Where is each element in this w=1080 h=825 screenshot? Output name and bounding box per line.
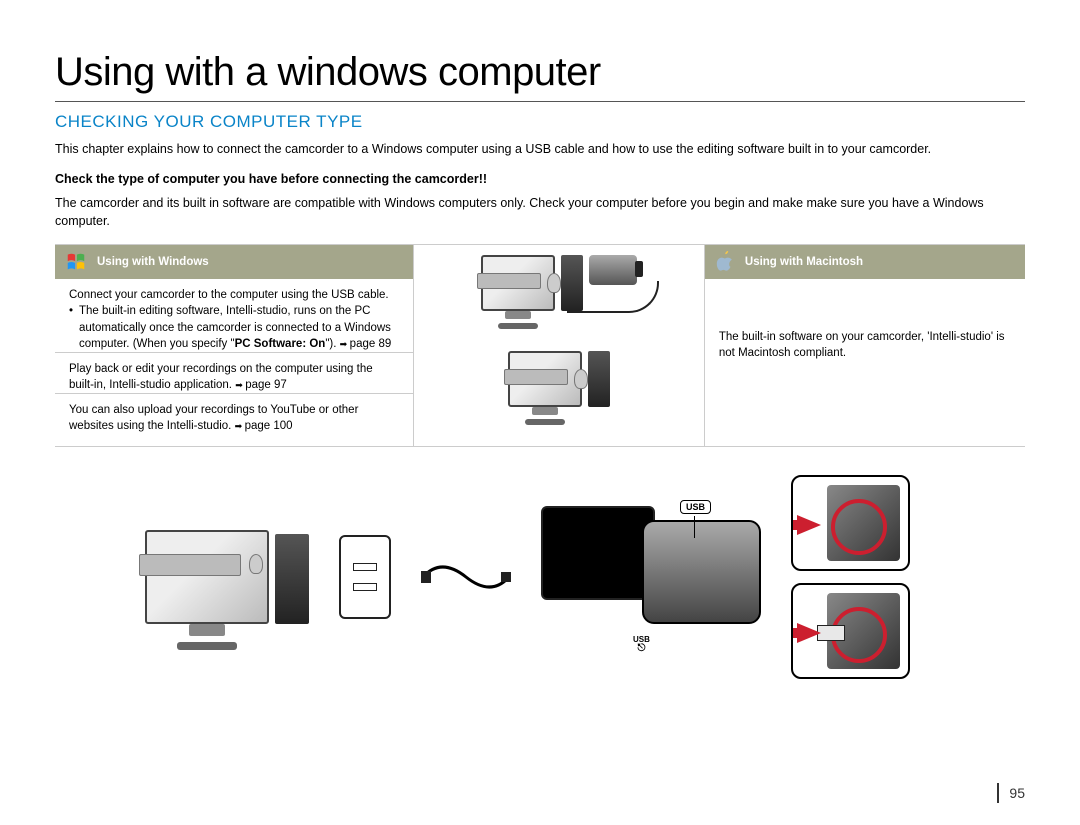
windows-row2: Play back or edit your recordings on the… [55,352,413,393]
usb-port-label: USB ⎋ [633,636,650,654]
intro-paragraph: This chapter explains how to connect the… [55,140,1025,158]
check-instruction-body: The camcorder and its built in software … [55,194,1025,230]
arrow-icon [235,379,245,391]
macintosh-body-text: The built-in software on your camcorder,… [719,329,1011,361]
windows-row2-pageref: page 97 [245,379,287,391]
apple-logo-icon [715,251,735,273]
macintosh-header-label: Using with Macintosh [745,254,863,270]
usb-cable-illustration [421,552,511,602]
usb-symbol-icon: ⎋ [633,644,650,654]
windows-row3-pageref: page 100 [245,420,293,432]
section-heading: CHECKING YOUR COMPUTER TYPE [55,112,1025,132]
check-instruction-bold: Check the type of computer you have befo… [55,172,1025,186]
arrow-icon [235,420,245,432]
computer-only-illustration [508,351,610,407]
windows-row1-lead: Connect your camcorder to the computer u… [69,287,399,303]
windows-row1-pageref: page 89 [350,338,392,350]
page-number: 95 [997,783,1025,803]
macintosh-column: Using with Macintosh The built-in softwa… [705,245,1025,446]
computer-with-camcorder-illustration [481,255,637,311]
windows-row3-text: You can also upload your recordings to Y… [69,404,358,432]
windows-row3: You can also upload your recordings to Y… [55,393,413,434]
page-title: Using with a windows computer [55,50,1025,102]
connection-diagram: USB USB ⎋ [55,475,1025,679]
camcorder-illustration: USB USB ⎋ [541,502,761,652]
windows-row2-text: Play back or edit your recordings on the… [69,363,373,391]
arrow-icon [340,338,350,350]
windows-column: Using with Windows Connect your camcorde… [55,245,414,446]
windows-logo-icon [65,251,87,273]
usb-hub-illustration [339,535,391,619]
desktop-computer-illustration [145,530,309,624]
windows-row1-bullet-post: "). [325,338,339,350]
windows-row1-bullet: The built-in editing software, Intelli-s… [69,303,399,351]
red-arrow-icon [797,623,821,643]
windows-header-label: Using with Windows [97,254,209,270]
comparison-table: Using with Windows Connect your camcorde… [55,244,1025,447]
macintosh-header: Using with Macintosh [705,245,1025,279]
port-closeup-panels [791,475,910,679]
windows-row1-bullet-bold: PC Software: On [235,338,326,350]
red-arrow-icon [797,515,821,535]
windows-header: Using with Windows [55,245,413,279]
insert-cable-closeup-1 [791,475,910,571]
center-illustration-column [414,245,705,446]
usb-callout-label: USB [680,500,711,514]
insert-cable-closeup-2 [791,583,910,679]
